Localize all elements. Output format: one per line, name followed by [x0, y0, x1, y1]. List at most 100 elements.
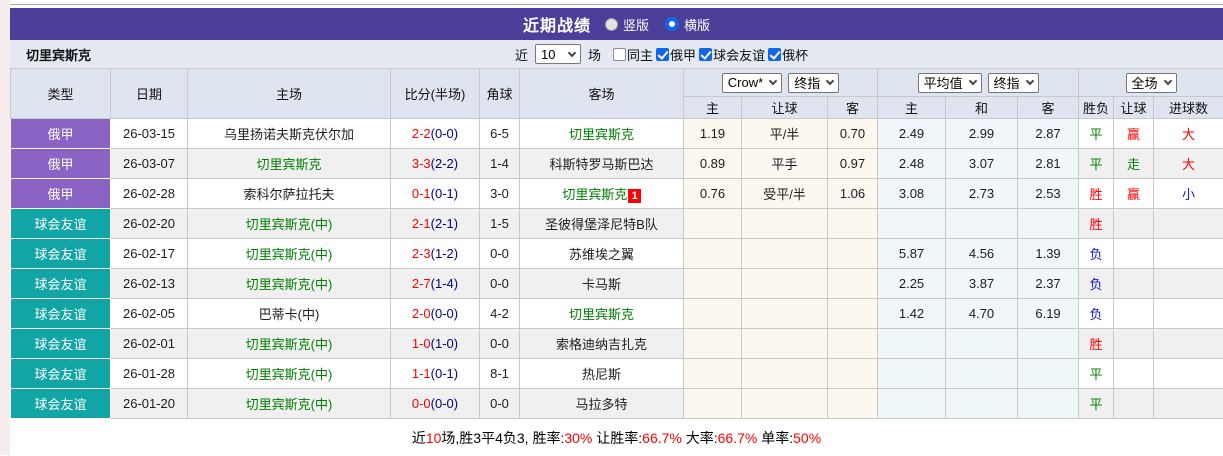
- goals-result: [1154, 359, 1223, 389]
- corner-score: 1-4: [480, 149, 520, 179]
- full-time-score: 2-2: [412, 126, 431, 141]
- crow-handicap: [742, 269, 828, 299]
- corner-score: 0-0: [480, 239, 520, 269]
- league-type-badge: 球会友谊: [11, 209, 111, 239]
- away-team-name: 苏维埃之翼: [569, 247, 634, 262]
- score-cell: 2-3(1-2): [391, 239, 480, 269]
- summary-segment: 50%: [793, 430, 821, 446]
- avg-away-odds: 6.19: [1018, 299, 1079, 329]
- match-date: 26-01-20: [111, 389, 188, 419]
- avg-away-odds: [1018, 329, 1079, 359]
- corner-score: 4-2: [480, 299, 520, 329]
- crow-home-odds: [684, 269, 742, 299]
- home-team-cell: 索科尔萨拉托夫: [188, 179, 391, 209]
- team-name: 切里宾斯克: [10, 45, 91, 64]
- crow-home-odds: [684, 359, 742, 389]
- summary-segment: 让胜率:: [592, 428, 642, 448]
- avg-away-odds: 2.81: [1018, 149, 1079, 179]
- checkbox-checked-icon[interactable]: [699, 48, 712, 61]
- radio-unchecked-icon[interactable]: [605, 18, 618, 31]
- col-header-type: 类型: [11, 69, 111, 119]
- match-date: 26-02-20: [111, 209, 188, 239]
- match-result: 负: [1079, 239, 1114, 269]
- avg-draw-odds: 4.70: [946, 299, 1018, 329]
- checkbox-checked-icon[interactable]: [768, 48, 781, 61]
- same-home-checkbox[interactable]: 同主: [613, 45, 653, 64]
- home-team-cell: 切里宾斯克(中): [188, 209, 391, 239]
- odds-time-dropdown-1[interactable]: 终指: [788, 73, 839, 93]
- goals-result: [1154, 299, 1223, 329]
- corner-score: 0-0: [480, 329, 520, 359]
- sub-header-goals: 进球数: [1154, 97, 1223, 119]
- full-time-score: 2-0: [412, 306, 431, 321]
- away-team-cell: 科斯特罗马斯巴达: [520, 149, 684, 179]
- crow-away-odds: [828, 359, 878, 389]
- sub-header-crow-home: 主: [684, 97, 742, 119]
- radio-horizontal-layout[interactable]: 横版: [665, 15, 710, 34]
- summary-segment: 66.7%: [642, 430, 682, 446]
- checkbox-unchecked-icon[interactable]: [613, 48, 626, 61]
- avg-draw-odds: [946, 209, 1018, 239]
- crow-away-odds: [828, 209, 878, 239]
- radio-horizontal-label: 横版: [684, 15, 710, 34]
- filter-checkbox-cup[interactable]: 俄杯: [768, 45, 808, 64]
- match-result: 负: [1079, 299, 1114, 329]
- avg-home-odds: 5.87: [878, 239, 946, 269]
- half-time-score: (2-1): [431, 216, 458, 231]
- full-time-score: 0-0: [412, 396, 431, 411]
- filter-checkbox-friendly[interactable]: 球会友谊: [699, 45, 765, 64]
- average-dropdown[interactable]: 平均值: [918, 73, 982, 93]
- match-result: 胜: [1079, 209, 1114, 239]
- sub-header-crow-handicap: 让球: [742, 97, 828, 119]
- avg-draw-odds: [946, 359, 1018, 389]
- home-team-name: 巴蒂卡(中): [259, 307, 320, 322]
- match-row: 球会友谊26-01-20切里宾斯克(中)0-0(0-0)0-0马拉多特平: [11, 389, 1223, 419]
- match-date: 26-02-13: [111, 269, 188, 299]
- away-team-name: 切里宾斯克: [562, 187, 627, 202]
- full-time-score: 1-0: [412, 336, 431, 351]
- goals-result: 大: [1154, 149, 1223, 179]
- league-type-badge: 球会友谊: [11, 389, 111, 419]
- match-count-value: 10: [541, 47, 555, 62]
- summary-segment: 66.7%: [718, 430, 758, 446]
- avg-home-odds: [878, 359, 946, 389]
- crow-home-odds: [684, 389, 742, 419]
- corner-score: 6-5: [480, 119, 520, 149]
- half-time-score: (1-0): [431, 336, 458, 351]
- radio-vertical-label: 竖版: [623, 15, 649, 34]
- summary-segment: 大率:: [682, 428, 718, 448]
- scope-dropdown[interactable]: 全场: [1126, 73, 1177, 93]
- avg-home-odds: 2.25: [878, 269, 946, 299]
- odds-time-dropdown-2[interactable]: 终指: [988, 73, 1039, 93]
- crow-away-odds: 0.70: [828, 119, 878, 149]
- match-row: 球会友谊26-02-05巴蒂卡(中)2-0(0-0)4-2切里宾斯克1.424.…: [11, 299, 1223, 329]
- avg-away-odds: 2.87: [1018, 119, 1079, 149]
- score-cell: 2-7(1-4): [391, 269, 480, 299]
- chevron-down-icon: [769, 77, 777, 85]
- avg-home-odds: [878, 209, 946, 239]
- top-border: [10, 0, 1223, 8]
- match-count-select[interactable]: 10: [535, 44, 581, 64]
- filter-checkbox-league[interactable]: 俄甲: [656, 45, 696, 64]
- corner-score: 8-1: [480, 359, 520, 389]
- col-header-score: 比分(半场): [391, 69, 480, 119]
- match-row: 球会友谊26-01-28切里宾斯克(中)1-1(0-1)8-1热尼斯平: [11, 359, 1223, 389]
- chevron-down-icon: [1025, 77, 1033, 85]
- match-row: 球会友谊26-02-20切里宾斯克(中)2-1(2-1)1-5圣彼得堡泽尼特B队…: [11, 209, 1223, 239]
- filter-controls: 近 10 场 同主 俄甲 球会友谊 俄杯: [515, 40, 808, 68]
- away-team-cell: 切里宾斯克: [520, 119, 684, 149]
- full-time-score: 3-3: [412, 156, 431, 171]
- crow-away-odds: [828, 329, 878, 359]
- radio-vertical-layout[interactable]: 竖版: [605, 15, 649, 34]
- crow-handicap: 平手: [742, 149, 828, 179]
- home-team-name: 切里宾斯克(中): [246, 397, 333, 412]
- radio-checked-icon[interactable]: [665, 17, 679, 31]
- away-team-name: 切里宾斯克: [569, 307, 634, 322]
- results-table: 类型 日期 主场 比分(半场) 角球 客场 Crow* 终指: [10, 68, 1223, 419]
- odds-source-dropdown[interactable]: Crow*: [722, 73, 782, 93]
- checkbox-checked-icon[interactable]: [656, 48, 669, 61]
- home-team-name: 切里宾斯克: [256, 157, 321, 172]
- match-row: 球会友谊26-02-13切里宾斯克(中)2-7(1-4)0-0卡马斯2.253.…: [11, 269, 1223, 299]
- home-team-cell: 切里宾斯克(中): [188, 329, 391, 359]
- away-team-cell: 卡马斯: [520, 269, 684, 299]
